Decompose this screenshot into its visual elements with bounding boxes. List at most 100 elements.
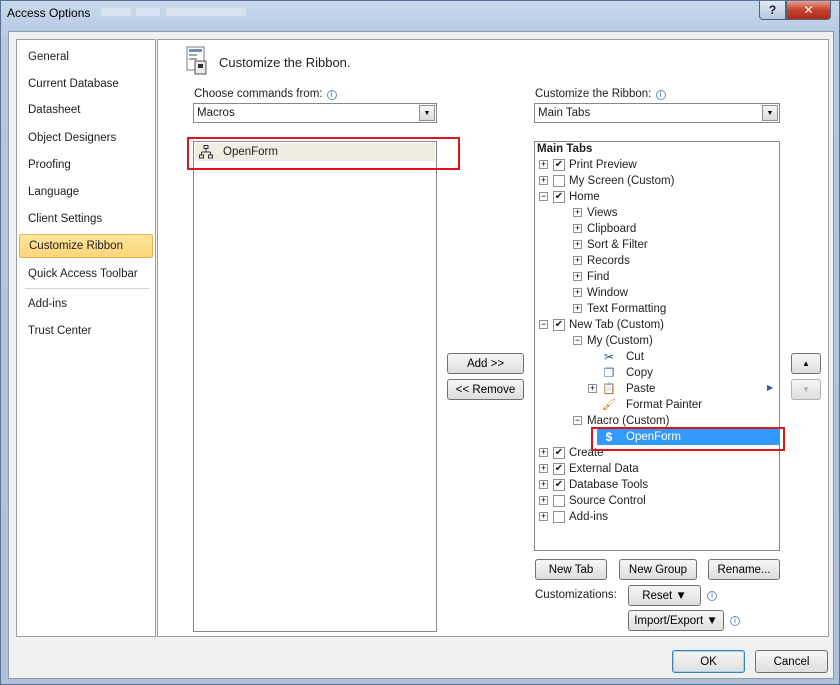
nav-item-add-ins[interactable]: Add-ins [19,292,153,316]
expand-icon[interactable]: + [588,384,597,393]
ok-button[interactable]: OK [672,650,745,673]
help-button[interactable]: ? [759,1,786,20]
move-up-button[interactable]: ▲ [791,353,821,374]
tree-checkbox[interactable] [553,495,565,507]
collapse-icon[interactable]: − [539,320,548,329]
ribbon-tree[interactable]: Main Tabs + ✔ Print Preview + My Screen … [534,141,780,551]
choose-commands-select[interactable]: Macros ▼ [193,103,437,123]
tree-checkbox[interactable]: ✔ [553,159,565,171]
tree-item-label: Text Formatting [587,303,667,315]
add-button[interactable]: Add >> [447,353,524,374]
tree-checkbox[interactable] [553,511,565,523]
expand-icon[interactable]: + [573,224,582,233]
tree-item-views[interactable]: + Views [535,205,779,221]
expand-icon[interactable]: + [539,512,548,521]
dialog-client-area: General Current Database Datasheet Objec… [8,31,834,679]
tree-checkbox[interactable]: ✔ [553,191,565,203]
tree-item-window[interactable]: + Window [535,285,779,301]
tree-item-sort-filter[interactable]: + Sort & Filter [535,237,779,253]
nav-item-customize-ribbon[interactable]: Customize Ribbon [19,234,153,258]
tree-item-format-painter[interactable]: 🖌 Format Painter [535,397,779,413]
tree-item-label: Format Painter [626,399,703,411]
expand-icon[interactable]: + [539,176,548,185]
collapse-icon[interactable]: − [573,416,582,425]
expand-right-icon[interactable]: ▶ [767,383,773,392]
collapse-icon[interactable]: − [539,192,548,201]
close-button[interactable]: ✕ [786,1,831,20]
tree-item-print-preview[interactable]: + ✔ Print Preview [535,157,779,173]
tree-item-label: Clipboard [587,223,637,235]
expand-icon[interactable]: + [573,288,582,297]
nav-item-quick-access-toolbar[interactable]: Quick Access Toolbar [19,262,153,286]
expand-icon[interactable]: + [539,496,548,505]
tree-item-find[interactable]: + Find [535,269,779,285]
move-down-button[interactable]: ▼ [791,379,821,400]
title-bar[interactable]: Access Options ? ✕ [1,1,839,31]
collapse-icon[interactable]: − [573,336,582,345]
expand-icon[interactable]: + [539,464,548,473]
tree-item-my-screen[interactable]: + My Screen (Custom) [535,173,779,189]
reset-button[interactable]: Reset ▼ [628,585,701,606]
tree-item-cut[interactable]: ✂ Cut [535,349,779,365]
tree-item-label: Find [587,271,610,283]
tree-checkbox[interactable] [553,175,565,187]
expand-icon[interactable]: + [573,208,582,217]
commands-list[interactable]: OpenForm [193,141,437,632]
tree-item-source-control[interactable]: + Source Control [535,493,779,509]
chevron-down-icon[interactable]: ▼ [762,105,778,121]
nav-item-general[interactable]: General [19,45,153,69]
tree-checkbox[interactable]: ✔ [553,447,565,459]
tree-item-label: Print Preview [569,159,637,171]
nav-item-trust-center[interactable]: Trust Center [19,319,153,343]
expand-icon[interactable]: + [539,480,548,489]
tree-checkbox[interactable]: ✔ [553,479,565,491]
expand-icon[interactable]: + [573,240,582,249]
expand-icon[interactable]: + [539,448,548,457]
tree-item-text-formatting[interactable]: + Text Formatting [535,301,779,317]
info-icon[interactable]: i [655,90,666,100]
rename-button[interactable]: Rename... [708,559,780,580]
title-ghost-text [166,8,246,16]
tree-item-records[interactable]: + Records [535,253,779,269]
copy-icon: ❐ [603,366,615,380]
info-icon[interactable]: i [730,616,740,626]
tree-item-copy[interactable]: ❐ Copy [535,365,779,381]
tree-checkbox[interactable]: ✔ [553,319,565,331]
info-icon[interactable]: i [707,591,717,601]
nav-item-current-database[interactable]: Current Database [19,72,153,96]
tree-item-add-ins[interactable]: + Add-ins [535,509,779,525]
info-icon[interactable]: i [326,90,337,100]
tree-checkbox[interactable]: ✔ [553,463,565,475]
tree-item-new-tab[interactable]: − ✔ New Tab (Custom) [535,317,779,333]
tree-item-database-tools[interactable]: + ✔ Database Tools [535,477,779,493]
tree-item-my-custom-group[interactable]: − My (Custom) [535,333,779,349]
nav-item-object-designers[interactable]: Object Designers [19,126,153,150]
tree-item-paste[interactable]: + 📋 Paste ▶ [535,381,779,397]
nav-item-datasheet[interactable]: Datasheet [19,98,153,122]
tree-item-label: New Tab (Custom) [569,319,665,331]
expand-icon[interactable]: + [573,256,582,265]
expand-icon[interactable]: + [573,304,582,313]
new-tab-button[interactable]: New Tab [535,559,607,580]
tree-item-label: Paste [626,383,656,395]
chevron-down-icon[interactable]: ▼ [419,105,435,121]
annotation-highlight [187,137,460,170]
tree-item-home[interactable]: − ✔ Home [535,189,779,205]
nav-item-language[interactable]: Language [19,180,153,204]
tree-item-clipboard[interactable]: + Clipboard [535,221,779,237]
new-group-button[interactable]: New Group [619,559,697,580]
tree-item-label: External Data [569,463,639,475]
title-ghost-text [101,8,131,16]
tree-item-external-data[interactable]: + ✔ External Data [535,461,779,477]
customize-ribbon-select[interactable]: Main Tabs ▼ [534,103,780,123]
remove-button[interactable]: << Remove [447,379,524,400]
cancel-button[interactable]: Cancel [755,650,828,673]
paste-icon: 📋 [602,383,616,395]
annotation-highlight [591,427,785,451]
nav-item-proofing[interactable]: Proofing [19,153,153,177]
customizations-label: Customizations: [535,589,617,601]
import-export-button[interactable]: Import/Export ▼ [628,610,724,631]
nav-item-client-settings[interactable]: Client Settings [19,207,153,231]
expand-icon[interactable]: + [539,160,548,169]
expand-icon[interactable]: + [573,272,582,281]
